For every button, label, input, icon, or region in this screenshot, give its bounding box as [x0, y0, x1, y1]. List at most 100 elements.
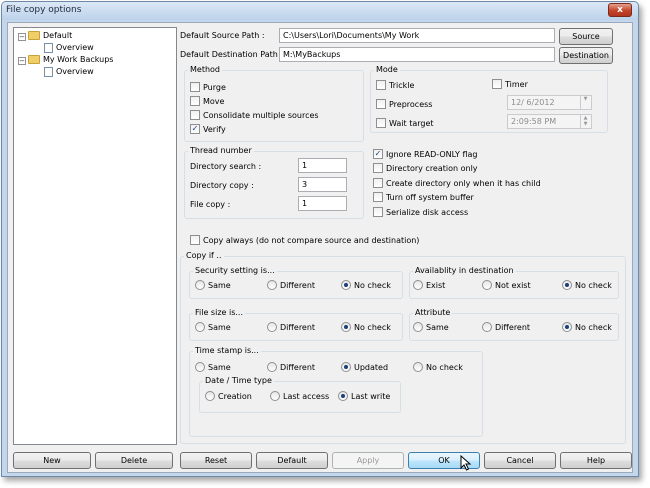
radio-label: Same: [426, 323, 449, 332]
window-title: File copy options: [6, 5, 82, 15]
timer-checkbox[interactable]: Timer: [492, 78, 528, 91]
attribute-no-check-radio[interactable]: No check: [562, 321, 612, 334]
radio-label: Updated: [354, 363, 389, 372]
default-button[interactable]: Default: [256, 452, 328, 469]
verify-checkbox[interactable]: ✓ Verify: [190, 123, 226, 136]
close-button[interactable]: x: [608, 3, 632, 17]
radio-label: Different: [280, 363, 316, 372]
create-directory-child-label: Create directory only when it has child: [386, 179, 541, 188]
tree-item-label: Overview: [56, 43, 94, 52]
datetime-creation-radio[interactable]: Creation: [205, 390, 252, 403]
cancel-button[interactable]: Cancel: [484, 452, 556, 469]
ignore-readonly-checkbox[interactable]: ✓ Ignore READ-ONLY flag: [373, 148, 477, 161]
tree-item-label: Overview: [56, 67, 94, 76]
document-icon: [44, 66, 53, 77]
copy-always-checkbox[interactable]: Copy always (do not compare source and d…: [190, 234, 419, 247]
destination-path-input[interactable]: M:\MyBackups: [279, 47, 555, 62]
turn-off-buffer-checkbox[interactable]: Turn off system buffer: [373, 191, 474, 204]
move-checkbox[interactable]: Move: [190, 95, 225, 108]
radio-label: Same: [208, 363, 231, 372]
profile-tree[interactable]: − Default Overview − My Work Backups Ove…: [13, 27, 177, 445]
purge-label: Purge: [203, 83, 226, 92]
availability-no-check-radio[interactable]: No check: [562, 279, 612, 292]
help-button[interactable]: Help: [560, 452, 632, 469]
delete-button[interactable]: Delete: [95, 452, 173, 469]
preprocess-checkbox[interactable]: Preprocess: [376, 98, 433, 111]
destination-button[interactable]: Destination: [559, 47, 613, 64]
directory-creation-only-checkbox[interactable]: Directory creation only: [373, 162, 478, 175]
radio-label: Different: [280, 323, 316, 332]
reset-button[interactable]: Reset: [180, 452, 252, 469]
tree-item-default-overview[interactable]: Overview: [44, 42, 94, 54]
radio-label: No check: [354, 281, 391, 290]
tree-item-label: Default: [43, 31, 73, 40]
timestamp-same-radio[interactable]: Same: [195, 361, 231, 374]
directory-search-input[interactable]: 1: [298, 158, 347, 173]
new-button[interactable]: New: [13, 452, 91, 469]
method-title: Method: [188, 65, 223, 75]
tree-item-backups-overview[interactable]: Overview: [44, 66, 94, 78]
source-button[interactable]: Source: [559, 28, 613, 45]
trickle-checkbox[interactable]: Trickle: [376, 79, 414, 92]
radio-label: Exist: [426, 281, 446, 290]
mouse-cursor-icon: [460, 455, 472, 471]
expand-default-icon[interactable]: −: [18, 33, 26, 41]
timestamp-no-check-radio[interactable]: No check: [413, 361, 463, 374]
folder-icon: [28, 55, 40, 64]
availability-not-exist-radio[interactable]: Not exist: [482, 279, 531, 292]
date-time-type-title: Date / Time type: [203, 376, 274, 386]
serialize-disk-label: Serialize disk access: [386, 208, 469, 217]
timer-label: Timer: [505, 80, 528, 89]
move-label: Move: [203, 97, 225, 106]
wait-target-checkbox[interactable]: Wait target: [376, 117, 434, 130]
file-size-title: File size is...: [193, 308, 246, 318]
expand-my-work-backups-icon[interactable]: −: [18, 57, 26, 65]
file-copy-input[interactable]: 1: [298, 196, 347, 211]
datetime-last-write-radio[interactable]: Last write: [338, 390, 391, 403]
consolidate-checkbox[interactable]: Consolidate multiple sources: [190, 109, 319, 122]
availability-exist-radio[interactable]: Exist: [413, 279, 446, 292]
size-same-radio[interactable]: Same: [195, 321, 231, 334]
radio-label: Last write: [351, 392, 391, 401]
source-path-input[interactable]: C:\Users\Lori\Documents\My Work: [279, 28, 555, 43]
size-different-radio[interactable]: Different: [267, 321, 316, 334]
directory-copy-input[interactable]: 3: [298, 177, 347, 192]
timestamp-different-radio[interactable]: Different: [267, 361, 316, 374]
radio-label: No check: [354, 323, 391, 332]
radio-label: No check: [426, 363, 463, 372]
purge-checkbox[interactable]: Purge: [190, 81, 226, 94]
directory-copy-label: Directory copy :: [190, 181, 254, 190]
radio-label: Same: [208, 281, 231, 290]
radio-label: Different: [280, 281, 316, 290]
directory-search-label: Directory search :: [190, 162, 262, 171]
checkmark-icon: ✓: [373, 148, 383, 159]
title-bar[interactable]: File copy options x: [2, 2, 638, 20]
attribute-different-radio[interactable]: Different: [482, 321, 531, 334]
security-same-radio[interactable]: Same: [195, 279, 231, 292]
create-directory-child-checkbox[interactable]: Create directory only when it has child: [373, 177, 541, 190]
tree-item-my-work-backups[interactable]: My Work Backups: [28, 54, 113, 66]
preprocess-label: Preprocess: [389, 100, 433, 109]
turn-off-buffer-label: Turn off system buffer: [386, 193, 474, 202]
tree-item-default[interactable]: Default: [28, 30, 72, 42]
time-stamp-title: Time stamp is...: [193, 346, 261, 356]
source-path-label: Default Source Path :: [180, 31, 265, 40]
timestamp-updated-radio[interactable]: Updated: [341, 361, 389, 374]
mode-title: Mode: [374, 65, 400, 75]
time-spinner-icon[interactable]: ▲ ▼: [580, 115, 590, 128]
tree-item-label: My Work Backups: [43, 55, 114, 64]
attribute-same-radio[interactable]: Same: [413, 321, 449, 334]
datetime-last-access-radio[interactable]: Last access: [270, 390, 330, 403]
attribute-title: Attribute: [413, 308, 453, 318]
verify-label: Verify: [203, 125, 226, 134]
copy-if-title: Copy if ..: [184, 251, 224, 261]
serialize-disk-checkbox[interactable]: Serialize disk access: [373, 206, 469, 219]
directory-creation-only-label: Directory creation only: [386, 164, 478, 173]
apply-button[interactable]: Apply: [332, 452, 404, 469]
calendar-dropdown-icon[interactable]: ▼: [580, 96, 590, 109]
security-different-radio[interactable]: Different: [267, 279, 316, 292]
radio-label: Last access: [283, 392, 330, 401]
size-no-check-radio[interactable]: No check: [341, 321, 391, 334]
security-no-check-radio[interactable]: No check: [341, 279, 391, 292]
radio-label: Different: [495, 323, 531, 332]
